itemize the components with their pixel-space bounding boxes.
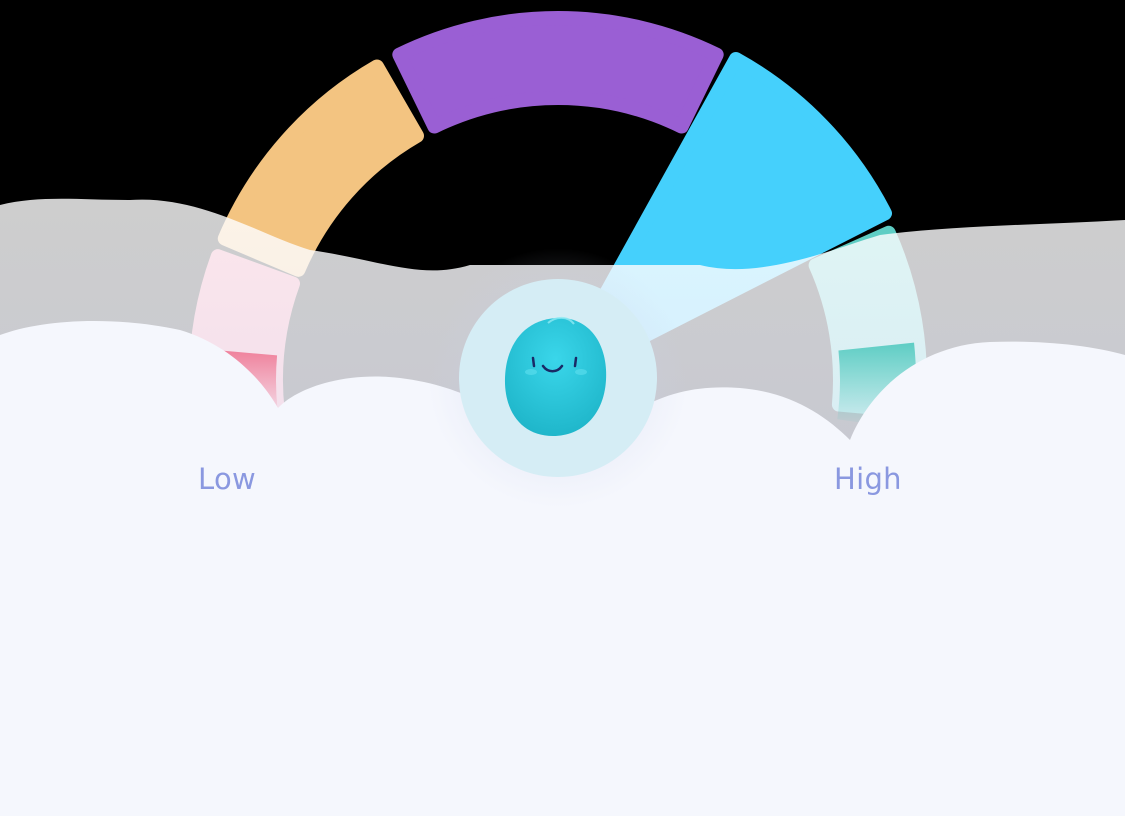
gauge-segment-medium[interactable] [392, 11, 724, 134]
smiling-blob-icon[interactable] [504, 316, 607, 436]
low-label: Low [198, 462, 257, 496]
gauge-svg [0, 11, 1125, 816]
high-label: High [834, 462, 902, 496]
gauge-stage: Low High [0, 0, 1125, 816]
